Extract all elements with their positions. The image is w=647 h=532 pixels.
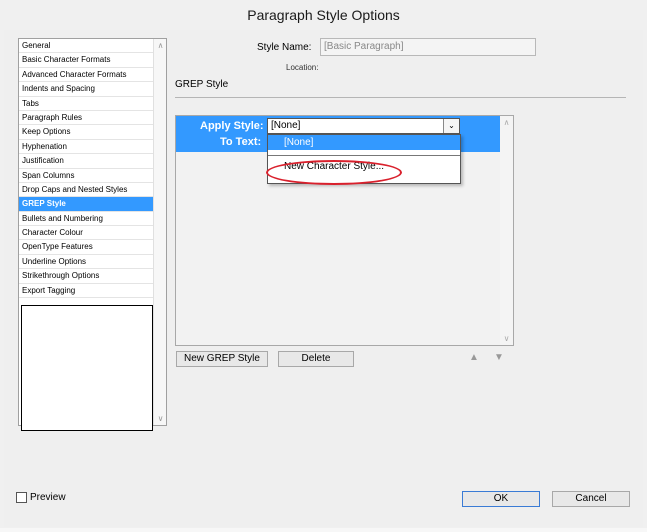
new-grep-style-button[interactable]: New GREP Style [176,351,268,367]
sidebar-item-basic-character-formats[interactable]: Basic Character Formats [19,53,153,68]
sidebar-item-hyphenation[interactable]: Hyphenation [19,140,153,155]
dropdown-separator [268,155,460,156]
to-text-label: To Text: [220,136,262,148]
category-list-scrollbar[interactable]: ∧ ∨ [153,39,166,425]
sidebar-item-drop-caps[interactable]: Drop Caps and Nested Styles [19,183,153,198]
style-name-label: Style Name: [257,42,312,53]
grep-rules-panel[interactable]: Apply Style: To Text: [None] ⌄ [None] Ne… [175,115,514,346]
apply-style-label: Apply Style: [200,120,264,132]
sidebar-item-indents-and-spacing[interactable]: Indents and Spacing [19,82,153,97]
apply-style-select[interactable]: [None] ⌄ [267,118,460,134]
apply-style-value: [None] [271,120,301,131]
scroll-up-icon[interactable]: ∧ [154,41,167,50]
scroll-up-icon[interactable]: ∧ [500,118,513,127]
cancel-button[interactable]: Cancel [552,491,630,507]
window-title: Paragraph Style Options [247,7,400,23]
sidebar-item-keep-options[interactable]: Keep Options [19,125,153,140]
sidebar-item-underline-options[interactable]: Underline Options [19,255,153,270]
section-title: GREP Style [175,79,229,90]
preview-label: Preview [30,492,66,503]
grep-rule-row[interactable]: Apply Style: To Text: [None] ⌄ [None] Ne… [176,116,500,184]
sidebar-item-grep-style[interactable]: GREP Style [19,197,153,212]
location-label: Location: [286,63,319,72]
ok-button[interactable]: OK [462,491,540,507]
grep-panel-scrollbar[interactable]: ∧ ∨ [500,116,513,345]
category-list[interactable]: General Basic Character Formats Advanced… [18,38,167,431]
sidebar-item-strikethrough-options[interactable]: Strikethrough Options [19,269,153,284]
move-up-icon[interactable]: ▲ [469,352,479,363]
sidebar-item-justification[interactable]: Justification [19,154,153,169]
dialog-body: General Basic Character Formats Advanced… [4,30,643,527]
section-divider [175,97,626,98]
scroll-down-icon[interactable]: ∨ [154,414,167,423]
sidebar-item-character-colour[interactable]: Character Colour [19,226,153,241]
sidebar-item-bullets-and-numbering[interactable]: Bullets and Numbering [19,212,153,227]
window-bottom-edge [0,528,647,532]
annotation-circle [266,160,402,185]
preview-checkbox[interactable] [16,492,27,503]
delete-button[interactable]: Delete [278,351,354,367]
sidebar-item-export-tagging[interactable]: Export Tagging [19,284,153,299]
chevron-down-icon[interactable]: ⌄ [443,119,459,133]
style-name-field[interactable]: [Basic Paragraph] [320,38,536,56]
sidebar-item-tabs[interactable]: Tabs [19,97,153,111]
sidebar-item-paragraph-rules[interactable]: Paragraph Rules [19,111,153,126]
sidebar-item-opentype-features[interactable]: OpenType Features [19,240,153,255]
move-down-icon[interactable]: ▼ [494,352,504,363]
title-bar: Paragraph Style Options [0,0,647,30]
dropdown-option-none[interactable]: [None] [268,135,460,150]
sidebar-item-span-columns[interactable]: Span Columns [19,169,153,183]
sidebar-item-general[interactable]: General [19,39,153,54]
sidebar-item-advanced-character-formats[interactable]: Advanced Character Formats [19,68,153,83]
category-list-empty-area [21,305,153,431]
scroll-down-icon[interactable]: ∨ [500,334,513,343]
